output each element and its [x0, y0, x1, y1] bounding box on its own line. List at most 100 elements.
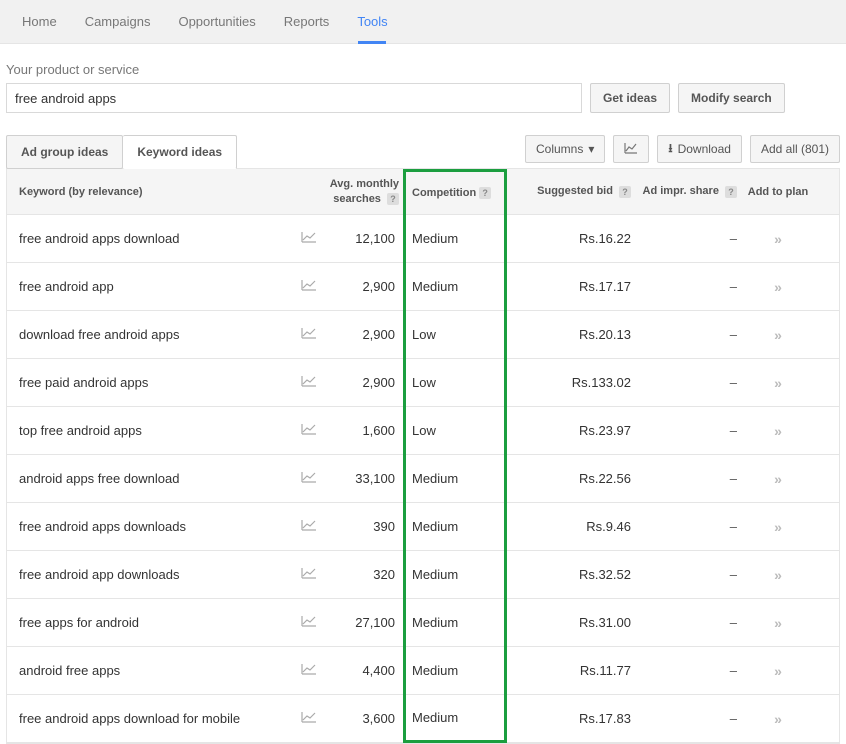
add-to-plan-button[interactable]: »	[745, 375, 811, 391]
searches-cell: 320	[321, 567, 403, 582]
table-row: android apps free download33,100MediumRs…	[7, 455, 839, 503]
toolbar: Ad group ideas Keyword ideas Columns ▾ ⭳…	[6, 135, 840, 169]
nav-campaigns[interactable]: Campaigns	[71, 0, 165, 43]
table-header: Keyword (by relevance) Avg. monthly sear…	[7, 169, 839, 215]
table-row: top free android apps 1,600LowRs.23.97–»	[7, 407, 839, 455]
searches-cell: 2,900	[321, 327, 403, 342]
download-button[interactable]: ⭳ Download	[657, 135, 742, 163]
impr-share-cell: –	[639, 663, 745, 678]
competition-cell: Medium	[403, 551, 507, 599]
impr-share-cell: –	[639, 519, 745, 534]
nav-tools[interactable]: Tools	[343, 0, 401, 43]
keyword-cell[interactable]: download free android apps	[7, 327, 297, 342]
trend-chart-icon[interactable]	[297, 375, 321, 390]
tab-ad-group-ideas[interactable]: Ad group ideas	[6, 135, 123, 169]
competition-cell: Medium	[403, 503, 507, 551]
competition-cell: Medium	[403, 647, 507, 695]
impr-share-cell: –	[639, 231, 745, 246]
help-icon[interactable]: ?	[619, 186, 631, 198]
add-to-plan-button[interactable]: »	[745, 423, 811, 439]
header-impr-share[interactable]: Ad impr. share ?	[639, 185, 745, 197]
keyword-cell[interactable]: free apps for android	[7, 615, 297, 630]
table-row: free android app downloads 320MediumRs.32…	[7, 551, 839, 599]
trend-chart-icon[interactable]	[297, 231, 321, 246]
header-keyword[interactable]: Keyword (by relevance)	[7, 186, 297, 198]
competition-cell: Medium	[403, 599, 507, 647]
keyword-cell[interactable]: top free android apps	[7, 423, 297, 438]
trend-chart-icon[interactable]	[297, 327, 321, 342]
impr-share-cell: –	[639, 375, 745, 390]
keyword-cell[interactable]: free paid android apps	[7, 375, 297, 390]
search-input[interactable]	[6, 83, 582, 113]
help-icon[interactable]: ?	[479, 187, 491, 199]
chart-toggle-button[interactable]	[613, 135, 649, 163]
help-icon[interactable]: ?	[387, 193, 399, 205]
nav-home[interactable]: Home	[8, 0, 71, 43]
table-row: android free apps 4,400MediumRs.11.77–»	[7, 647, 839, 695]
search-label: Your product or service	[6, 62, 840, 77]
keyword-table: Keyword (by relevance) Avg. monthly sear…	[6, 168, 840, 744]
add-to-plan-button[interactable]: »	[745, 327, 811, 343]
chevron-down-icon: ▾	[588, 142, 594, 156]
keyword-cell[interactable]: android apps free download	[7, 471, 297, 486]
bid-cell: Rs.23.97	[507, 423, 639, 438]
nav-reports[interactable]: Reports	[270, 0, 344, 43]
impr-share-cell: –	[639, 567, 745, 582]
keyword-cell[interactable]: free android apps downloads	[7, 519, 297, 534]
impr-share-cell: –	[639, 423, 745, 438]
columns-button[interactable]: Columns ▾	[525, 135, 605, 163]
tab-keyword-ideas[interactable]: Keyword ideas	[123, 135, 237, 169]
help-icon[interactable]: ?	[725, 186, 737, 198]
searches-cell: 1,600	[321, 423, 403, 438]
impr-share-cell: –	[639, 711, 745, 726]
bid-cell: Rs.32.52	[507, 567, 639, 582]
keyword-cell[interactable]: android free apps	[7, 663, 297, 678]
bid-cell: Rs.16.22	[507, 231, 639, 246]
nav-opportunities[interactable]: Opportunities	[164, 0, 269, 43]
trend-chart-icon[interactable]	[297, 471, 321, 486]
get-ideas-button[interactable]: Get ideas	[590, 83, 670, 113]
download-icon: ⭳	[668, 139, 672, 160]
keyword-cell[interactable]: free android app downloads	[7, 567, 297, 582]
keyword-cell[interactable]: free android apps download for mobile	[7, 711, 297, 726]
trend-chart-icon[interactable]	[297, 615, 321, 630]
trend-chart-icon[interactable]	[297, 567, 321, 582]
keyword-cell[interactable]: free android apps download	[7, 231, 297, 246]
trend-chart-icon[interactable]	[297, 663, 321, 678]
searches-cell: 4,400	[321, 663, 403, 678]
header-searches[interactable]: Avg. monthly searches ?	[321, 177, 403, 206]
trend-chart-icon[interactable]	[297, 519, 321, 534]
bid-cell: Rs.11.77	[507, 663, 639, 678]
header-competition[interactable]: Competition ?	[403, 169, 507, 215]
add-to-plan-button[interactable]: »	[745, 519, 811, 535]
table-row: free apps for android27,100MediumRs.31.0…	[7, 599, 839, 647]
modify-search-button[interactable]: Modify search	[678, 83, 785, 113]
chart-icon	[624, 142, 638, 157]
trend-chart-icon[interactable]	[297, 423, 321, 438]
add-to-plan-button[interactable]: »	[745, 231, 811, 247]
download-label: Download	[678, 142, 731, 156]
searches-cell: 12,100	[321, 231, 403, 246]
impr-share-cell: –	[639, 327, 745, 342]
add-to-plan-button[interactable]: »	[745, 471, 811, 487]
add-to-plan-button[interactable]: »	[745, 663, 811, 679]
trend-chart-icon[interactable]	[297, 711, 321, 726]
keyword-cell[interactable]: free android app	[7, 279, 297, 294]
bid-cell: Rs.133.02	[507, 375, 639, 390]
bid-cell: Rs.17.17	[507, 279, 639, 294]
searches-cell: 2,900	[321, 279, 403, 294]
table-row: free paid android apps2,900LowRs.133.02–…	[7, 359, 839, 407]
table-row: free android apps download12,100MediumRs…	[7, 215, 839, 263]
add-all-button[interactable]: Add all (801)	[750, 135, 840, 163]
bid-cell: Rs.22.56	[507, 471, 639, 486]
header-bid[interactable]: Suggested bid ?	[507, 185, 639, 197]
add-to-plan-button[interactable]: »	[745, 279, 811, 295]
add-to-plan-button[interactable]: »	[745, 615, 811, 631]
add-to-plan-button[interactable]: »	[745, 711, 811, 727]
trend-chart-icon[interactable]	[297, 279, 321, 294]
add-to-plan-button[interactable]: »	[745, 567, 811, 583]
competition-cell: Low	[403, 407, 507, 455]
impr-share-cell: –	[639, 471, 745, 486]
search-section: Your product or service Get ideas Modify…	[0, 44, 846, 125]
table-row: free android apps downloads390MediumRs.9…	[7, 503, 839, 551]
